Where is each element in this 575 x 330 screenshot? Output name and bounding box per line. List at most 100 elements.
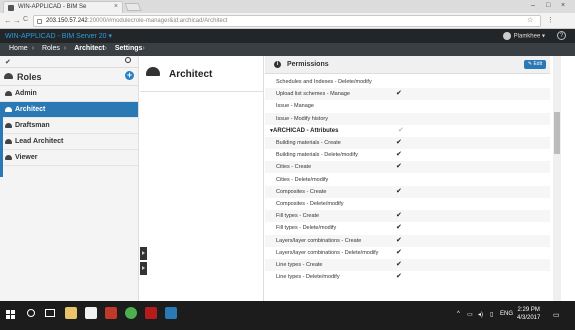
- permission-check-icon: ✔: [396, 236, 402, 244]
- search-taskbar-icon[interactable]: [27, 309, 35, 317]
- roles-panel: ✔ Roles + Admin Architect Draftsman Lead…: [0, 56, 139, 301]
- permission-label: Schedules and Indexes - Delete/modify: [276, 79, 372, 85]
- volume-icon[interactable]: ◂): [478, 311, 483, 318]
- permission-label: Composites - Create: [276, 188, 327, 195]
- store-icon[interactable]: [85, 307, 97, 319]
- reload-icon[interactable]: C: [23, 16, 28, 23]
- role-item-lead-architect[interactable]: Lead Architect: [0, 134, 138, 150]
- app-header: WIN-APPLICAD - BIM Server 20 ▾ Plamkhee …: [0, 29, 575, 43]
- breadcrumb-roles[interactable]: Roles: [42, 45, 60, 52]
- breadcrumb-home[interactable]: Home: [9, 45, 28, 52]
- permission-label: ARCHICAD - Attributes: [273, 127, 339, 134]
- roles-header: Roles +: [0, 68, 138, 86]
- role-label: Viewer: [15, 154, 38, 161]
- permission-check-icon: ✔: [396, 139, 402, 146]
- address-bar-row: ← → C 203.150.57.242:20000/#modulecrole-…: [0, 13, 575, 29]
- tray-arrow-icon[interactable]: ^: [457, 311, 460, 317]
- permission-label: Line types - Delete/modify: [276, 274, 340, 281]
- office-icon[interactable]: [105, 307, 117, 319]
- permission-label: Line types - Create: [276, 262, 323, 268]
- scrollbar[interactable]: [553, 56, 561, 301]
- search-icon[interactable]: [125, 57, 131, 63]
- role-label: Draftsman: [15, 122, 50, 129]
- collapse-panel-handle[interactable]: [140, 262, 147, 275]
- roles-toolbar: ✔: [0, 56, 138, 68]
- url-path: :20000/#modulecrole-manager&id:archicad/…: [87, 18, 228, 24]
- back-icon[interactable]: ←: [4, 16, 12, 25]
- browser-tab-bar: WIN-APPLICAD - BIM Se × – □ ×: [0, 0, 575, 13]
- language-indicator[interactable]: ENG: [500, 311, 513, 317]
- permission-section-header[interactable]: ▼ ARCHICAD - Attributes ✔: [265, 125, 550, 137]
- tab-close-icon[interactable]: ×: [114, 3, 118, 10]
- permission-label: Fill types - Create: [276, 213, 320, 220]
- scrollbar-thumb[interactable]: [554, 112, 560, 154]
- minimize-icon[interactable]: –: [531, 2, 535, 9]
- help-icon[interactable]: ?: [557, 31, 566, 40]
- permission-label: Cities - Create: [276, 164, 312, 171]
- role-item-draftsman[interactable]: Draftsman: [0, 118, 138, 134]
- permission-row: Cities - Delete/modify: [265, 174, 550, 186]
- role-item-admin[interactable]: Admin: [0, 86, 138, 102]
- permission-label: Issue - Modify history: [276, 115, 328, 122]
- permission-label: Composites - Delete/modify: [276, 201, 344, 207]
- permission-row: Schedules and Indexes - Delete/modify: [265, 76, 550, 88]
- breadcrumb-settings[interactable]: Settings: [115, 45, 143, 52]
- forward-icon[interactable]: →: [13, 16, 21, 25]
- notifications-icon[interactable]: ▭: [553, 311, 560, 319]
- add-role-button[interactable]: +: [125, 71, 134, 80]
- helmet-icon: [4, 73, 13, 79]
- permission-check-icon: ✔: [396, 151, 402, 159]
- breadcrumb-architect[interactable]: Architect: [74, 45, 104, 52]
- role-label: Lead Architect: [15, 138, 64, 145]
- new-tab-button[interactable]: [124, 3, 142, 11]
- permission-row: Building materials - Create ✔: [265, 137, 550, 149]
- chevron-right-icon: ›: [142, 45, 145, 52]
- edit-button[interactable]: ✎ Edit: [524, 60, 546, 69]
- select-all-check-icon[interactable]: ✔: [5, 58, 11, 66]
- url-field[interactable]: 203.150.57.242:20000/#modulecrole-manage…: [33, 15, 541, 27]
- bookmark-star-icon[interactable]: ☆: [527, 16, 533, 24]
- file-explorer-icon[interactable]: [65, 307, 77, 319]
- acrobat-icon[interactable]: [145, 307, 157, 319]
- avatar: [502, 32, 511, 40]
- browser-menu-icon[interactable]: ⋮: [547, 16, 554, 24]
- permission-label: Layers/layer combinations - Delete/modif…: [276, 249, 379, 256]
- permission-label: Issue - Manage: [276, 103, 314, 110]
- battery-icon[interactable]: ▯: [490, 311, 493, 318]
- page-info-icon[interactable]: [37, 19, 42, 24]
- permission-row: Issue - Modify history: [265, 112, 550, 125]
- breadcrumb: Home › Roles › Architect› Settings›: [0, 43, 575, 56]
- bimserver-app-icon[interactable]: [165, 307, 177, 319]
- server-selector[interactable]: WIN-APPLICAD - BIM Server 20 ▾: [5, 32, 112, 40]
- maximize-icon[interactable]: □: [546, 2, 550, 9]
- window-close-icon[interactable]: ×: [561, 2, 565, 9]
- info-icon: i: [274, 61, 281, 68]
- user-menu[interactable]: Plamkhee ▾: [502, 32, 545, 40]
- permissions-panel: i Permissions ✎ Edit Schedules and Index…: [265, 56, 550, 301]
- role-label: Architect: [15, 106, 46, 113]
- permissions-title: Permissions: [287, 61, 329, 68]
- network-icon[interactable]: ▭: [467, 311, 473, 318]
- expand-panel-handle[interactable]: [140, 247, 147, 260]
- permission-label: Building materials - Create: [276, 140, 341, 146]
- browser-tab[interactable]: WIN-APPLICAD - BIM Se ×: [3, 1, 123, 13]
- task-view-icon[interactable]: [45, 309, 55, 317]
- permission-row: Building materials - Delete/modify ✔: [265, 149, 550, 161]
- role-item-architect[interactable]: Architect: [0, 102, 138, 118]
- role-item-viewer[interactable]: Viewer: [0, 150, 138, 166]
- screen: WIN-APPLICAD - BIM Se × – □ × ← → C 203.…: [0, 0, 575, 330]
- permission-label: Layers/layer combinations - Create: [276, 237, 362, 244]
- permission-check-icon: ✔: [396, 224, 402, 232]
- permission-row: Layers/layer combinations - Delete/modif…: [265, 247, 550, 259]
- permission-check-icon: ✔: [396, 248, 402, 256]
- helmet-icon: [5, 123, 12, 128]
- windows-start-icon[interactable]: [6, 310, 16, 320]
- clock-date: 4/3/2017: [517, 315, 541, 321]
- role-detail-header: Architect: [140, 56, 263, 92]
- chrome-icon[interactable]: [125, 307, 137, 319]
- permission-label: Building materials - Delete/modify: [276, 152, 358, 159]
- helmet-icon: [5, 91, 12, 96]
- clock[interactable]: 2:29 PM 4/3/2017: [517, 306, 540, 322]
- helmet-icon: [146, 67, 160, 76]
- permission-row: Line types - Create ✔: [265, 259, 550, 271]
